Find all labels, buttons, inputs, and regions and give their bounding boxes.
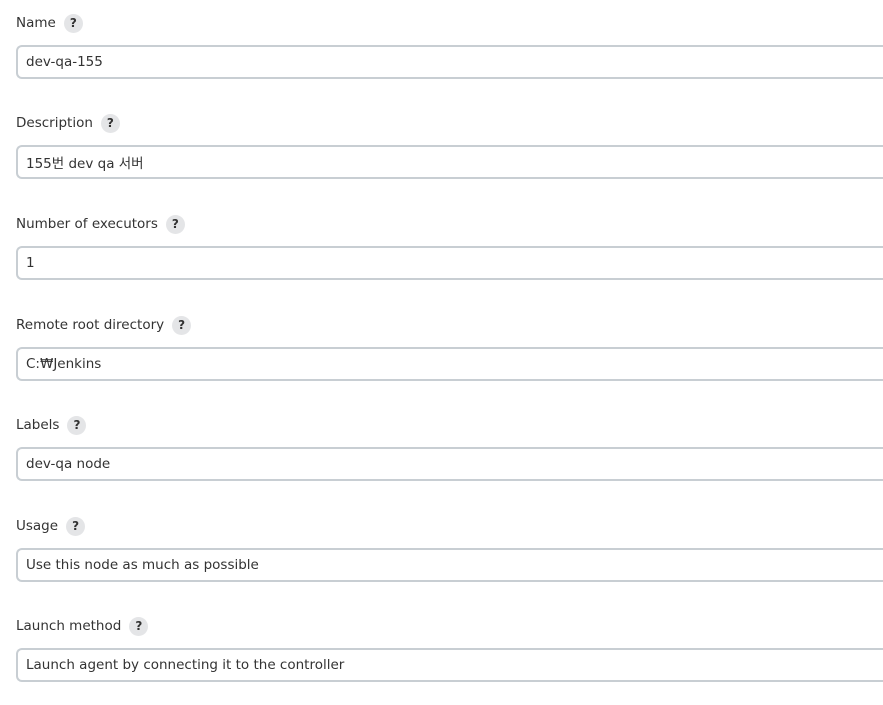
field-number-of-executors: Number of executors ? 1 [16,212,883,280]
help-icon[interactable]: ? [63,13,83,33]
remote-root-directory-label: Remote root directory [16,317,165,333]
help-icon[interactable]: ? [100,113,120,133]
field-usage: Usage ? Use this node as much as possibl… [16,514,883,582]
number-of-executors-label: Number of executors [16,216,158,232]
node-config-form: Name ? dev-qa-155 Description ? 155번 dev… [0,0,883,705]
usage-label: Usage [16,518,59,534]
help-icon[interactable]: ? [66,516,86,536]
label-row: Remote root directory ? [16,313,883,337]
description-label: Description [16,115,93,131]
field-description: Description ? 155번 dev qa 서버 [16,111,883,179]
usage-select[interactable]: Use this node as much as possible [16,548,883,582]
number-of-executors-input[interactable]: 1 [16,246,883,280]
labels-input[interactable]: dev-qa node [16,447,883,481]
label-row: Launch method ? [16,614,883,638]
help-icon[interactable]: ? [129,616,149,636]
label-row: Labels ? [16,413,883,437]
help-icon[interactable]: ? [172,315,192,335]
help-icon[interactable]: ? [165,214,185,234]
field-launch-method: Launch method ? Launch agent by connecti… [16,614,883,682]
name-label: Name [16,15,56,31]
name-input[interactable]: dev-qa-155 [16,45,883,79]
field-remote-root-directory: Remote root directory ? C:₩Jenkins [16,313,883,381]
remote-root-directory-input[interactable]: C:₩Jenkins [16,347,883,381]
label-row: Number of executors ? [16,212,883,236]
launch-method-label: Launch method [16,618,122,634]
field-name: Name ? dev-qa-155 [16,11,883,79]
description-input[interactable]: 155번 dev qa 서버 [16,145,883,179]
launch-method-select[interactable]: Launch agent by connecting it to the con… [16,648,883,682]
help-icon[interactable]: ? [67,415,87,435]
labels-label: Labels [16,417,60,433]
field-labels: Labels ? dev-qa node [16,413,883,481]
label-row: Usage ? [16,514,883,538]
label-row: Description ? [16,111,883,135]
label-row: Name ? [16,11,883,35]
